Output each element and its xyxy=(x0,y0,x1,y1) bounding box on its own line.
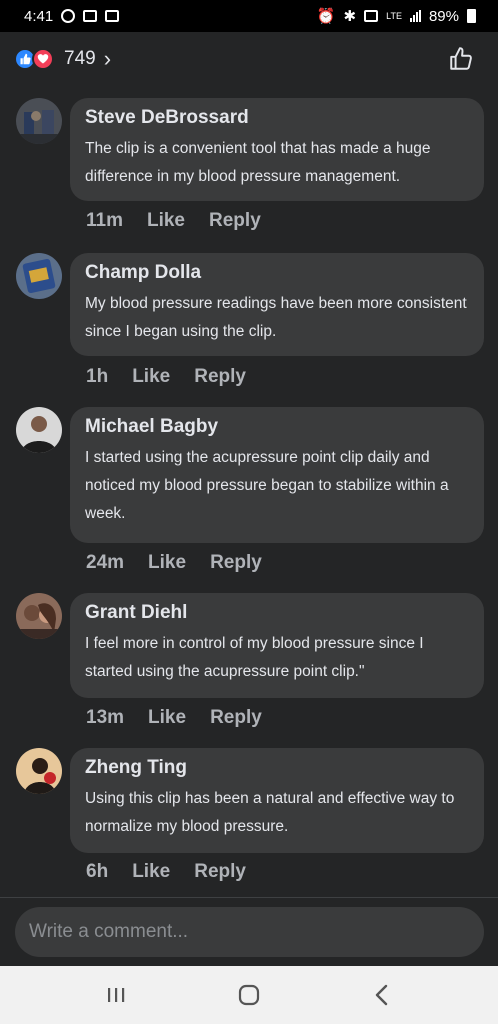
like-button[interactable]: Like xyxy=(148,707,186,729)
like-button[interactable]: Like xyxy=(132,861,170,883)
comment-bubble: Michael Bagby I started using the acupre… xyxy=(70,407,484,543)
back-icon xyxy=(375,984,387,1006)
reply-button[interactable]: Reply xyxy=(209,210,261,232)
network-type: LTE xyxy=(386,10,402,21)
clock: 4:41 xyxy=(24,7,54,25)
lock-icon xyxy=(364,10,379,22)
reply-button[interactable]: Reply xyxy=(194,366,246,388)
status-bar: 4:41 ⏰ ✱ LTE 89% xyxy=(0,0,498,32)
comment-bubble: Grant Diehl I feel more in control of my… xyxy=(70,593,484,698)
gallery-icon xyxy=(83,10,98,22)
love-reaction-icon xyxy=(32,48,54,70)
thumbs-up-icon xyxy=(450,47,472,70)
reaction-count: 749 xyxy=(64,48,96,69)
battery-icon xyxy=(467,9,476,23)
like-post-button[interactable] xyxy=(446,44,476,74)
comment-timestamp: 1h xyxy=(86,366,109,387)
signal-icon xyxy=(409,10,421,22)
home-button[interactable] xyxy=(229,975,269,1015)
comment-actions: 1h Like Reply xyxy=(86,366,246,388)
comment-timestamp: 24m xyxy=(86,552,125,573)
recent-apps-icon xyxy=(108,988,125,1002)
avatar[interactable] xyxy=(16,253,62,299)
reply-button[interactable]: Reply xyxy=(194,861,246,883)
avatar[interactable] xyxy=(16,98,62,144)
message-icon xyxy=(105,10,120,22)
like-button[interactable]: Like xyxy=(147,210,185,232)
comment-timestamp: 6h xyxy=(86,861,109,882)
commenter-name[interactable]: Steve DeBrossard xyxy=(85,107,470,129)
recent-apps-button[interactable] xyxy=(96,975,136,1015)
comment-text: Using this clip has been a natural and e… xyxy=(85,790,455,835)
comment-actions: 6h Like Reply xyxy=(86,861,246,883)
commenter-name[interactable]: Zheng Ting xyxy=(85,757,470,779)
home-icon xyxy=(238,984,260,1006)
comment-text: I started using the acupressure point cl… xyxy=(85,449,449,522)
alarm-icon: ⏰ xyxy=(316,8,336,25)
system-navigation-bar xyxy=(0,966,498,1024)
reactions-summary[interactable]: 749 › xyxy=(14,46,111,72)
comment-actions: 11m Like Reply xyxy=(86,210,261,232)
comment-bubble: Champ Dolla My blood pressure readings h… xyxy=(70,253,484,356)
like-button[interactable]: Like xyxy=(132,366,170,388)
comment-actions: 13m Like Reply xyxy=(86,707,262,729)
reply-button[interactable]: Reply xyxy=(210,707,262,729)
commenter-name[interactable]: Champ Dolla xyxy=(85,262,470,284)
comment-input[interactable] xyxy=(15,907,484,957)
comment-text: I feel more in control of my blood press… xyxy=(85,635,424,680)
avatar[interactable] xyxy=(16,593,62,639)
comment-timestamp: 11m xyxy=(86,210,123,231)
back-button[interactable] xyxy=(362,975,402,1015)
comment-text: My blood pressure readings have been mor… xyxy=(85,295,467,340)
reactions-header: 749 › xyxy=(0,32,498,86)
reply-button[interactable]: Reply xyxy=(210,552,262,574)
notification-icon xyxy=(61,9,76,23)
comment-text: The clip is a convenient tool that has m… xyxy=(85,140,431,185)
avatar[interactable] xyxy=(16,407,62,453)
comment-bubble: Zheng Ting Using this clip has been a na… xyxy=(70,748,484,853)
bluetooth-icon: ✱ xyxy=(343,8,357,25)
battery-percent: 89% xyxy=(428,7,459,25)
comment-timestamp: 13m xyxy=(86,707,125,728)
comment-composer xyxy=(0,897,498,966)
chevron-right-icon: › xyxy=(103,46,112,71)
comment-bubble: Steve DeBrossard The clip is a convenien… xyxy=(70,98,484,201)
commenter-name[interactable]: Grant Diehl xyxy=(85,602,470,624)
avatar[interactable] xyxy=(16,748,62,794)
like-button[interactable]: Like xyxy=(148,552,186,574)
comment-actions: 24m Like Reply xyxy=(86,552,262,574)
commenter-name[interactable]: Michael Bagby xyxy=(85,416,470,438)
